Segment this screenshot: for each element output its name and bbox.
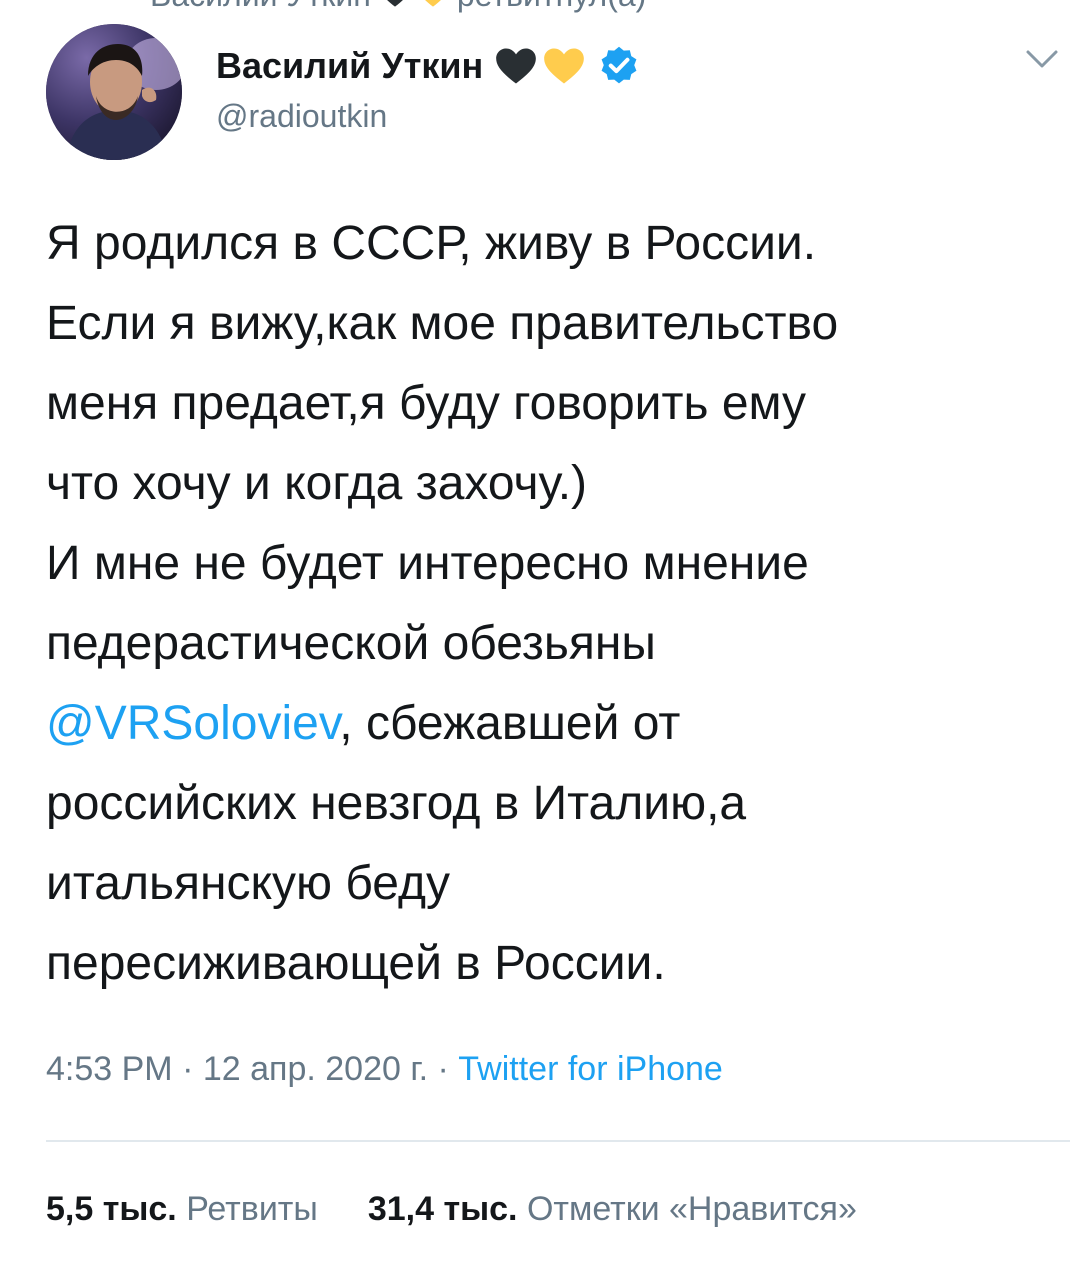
meta-separator: · <box>182 1050 194 1088</box>
tweet-text-line: меня предает,я буду говорить ему <box>46 377 807 430</box>
tweet-meta: 4:53 PM · 12 апр. 2020 г. · Twitter for … <box>46 1050 723 1089</box>
mention-link[interactable]: @VRSoloviev <box>46 697 339 750</box>
tweet-text-line: И мне не будет интересно мнение <box>46 537 809 590</box>
retweets-stat[interactable]: 5,5 тыс. Ретвиты <box>46 1190 318 1229</box>
black-heart-icon <box>496 48 537 84</box>
display-name[interactable]: Василий Уткин <box>216 45 483 87</box>
tweet-date[interactable]: 12 апр. 2020 г. <box>203 1050 428 1088</box>
tweet-text-line: Если я вижу,как мое правительство <box>46 297 839 350</box>
handle[interactable]: @radioutkin <box>216 98 387 135</box>
tweet-text-line: российских невзгод в Италию,а <box>46 777 747 830</box>
likes-count: 31,4 тыс. <box>367 1190 518 1228</box>
yellow-heart-icon <box>544 48 585 84</box>
tweet-text-fragment: , сбежавшей от <box>339 697 681 750</box>
likes-stat[interactable]: 31,4 тыс. Отметки «Нравится» <box>368 1190 857 1229</box>
tweet-text-line: пересиживающей в России. <box>46 937 666 990</box>
divider <box>46 1140 1070 1142</box>
likes-label: Отметки «Нравится» <box>526 1190 857 1228</box>
tweet-text-line: что хочу и когда захочу.) <box>46 457 588 510</box>
name-row: Василий Уткин <box>216 40 641 92</box>
tweet-text-line: Я родился в СССР, живу в России. <box>46 217 817 270</box>
verified-badge-icon <box>601 46 637 84</box>
tweet-text-line-with-mention: @VRSoloviev, сбежавшей от <box>46 684 1076 764</box>
tweet-source-link[interactable]: Twitter for iPhone <box>458 1050 723 1088</box>
tweet-header: Василий Уткин @radioutkin <box>46 24 1066 164</box>
retweets-count: 5,5 тыс. <box>46 1190 177 1228</box>
retweet-context: Василий Уткин ретвитнул(а) <box>150 0 646 14</box>
avatar[interactable] <box>46 24 182 160</box>
yellow-heart-icon <box>424 0 441 7</box>
tweet-time[interactable]: 4:53 PM <box>46 1050 173 1088</box>
tweet-text-line: педерастической обезьяны <box>46 617 656 670</box>
retweets-label: Ретвиты <box>186 1190 318 1228</box>
tweet-stats: 5,5 тыс. Ретвиты 31,4 тыс. Отметки «Нрав… <box>46 1190 907 1229</box>
retweet-context-name[interactable]: Василий Уткин <box>150 0 371 14</box>
chevron-down-icon[interactable] <box>1022 44 1062 74</box>
tweet-text: Я родился в СССР, живу в России. Если я … <box>46 204 1076 1004</box>
black-heart-icon <box>386 0 403 7</box>
meta-separator: · <box>437 1050 449 1088</box>
retweet-context-action: ретвитнул(а) <box>457 0 646 14</box>
tweet-text-line: итальянскую беду <box>46 857 450 910</box>
